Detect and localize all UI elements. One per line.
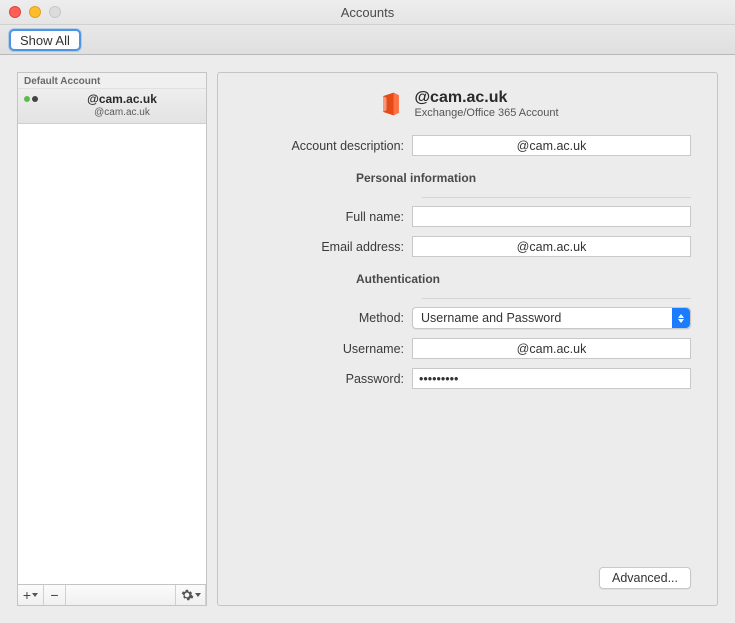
status-dot-green-icon bbox=[24, 96, 30, 102]
footer-spacer bbox=[66, 585, 176, 605]
label-username: Username: bbox=[244, 342, 412, 356]
content: Default Account @cam.ac.uk @cam.ac.uk + … bbox=[0, 55, 735, 623]
label-method: Method: bbox=[244, 311, 412, 325]
sidebar: Default Account @cam.ac.uk @cam.ac.uk + … bbox=[17, 72, 207, 606]
select-arrows-icon bbox=[672, 308, 690, 328]
plus-icon: + bbox=[23, 587, 31, 603]
traffic-lights bbox=[9, 6, 61, 18]
office-logo-icon bbox=[376, 90, 404, 118]
remove-account-button[interactable]: − bbox=[44, 585, 66, 605]
input-description[interactable] bbox=[412, 135, 691, 156]
input-password[interactable] bbox=[412, 368, 691, 389]
close-window-icon[interactable] bbox=[9, 6, 21, 18]
account-list: Default Account @cam.ac.uk @cam.ac.uk bbox=[17, 72, 207, 584]
status-dot-dark-icon bbox=[32, 96, 38, 102]
minimize-window-icon[interactable] bbox=[29, 6, 41, 18]
row-email: Email address: bbox=[244, 236, 691, 257]
row-username: Username: bbox=[244, 338, 691, 359]
input-full-name[interactable] bbox=[412, 206, 691, 227]
account-type: Exchange/Office 365 Account bbox=[414, 107, 558, 119]
input-username[interactable] bbox=[412, 338, 691, 359]
zoom-window-icon bbox=[49, 6, 61, 18]
status-indicator bbox=[24, 96, 38, 102]
settings-menu-button[interactable] bbox=[176, 585, 206, 605]
section-authentication: Authentication bbox=[244, 272, 691, 286]
row-password: Password: bbox=[244, 368, 691, 389]
label-email: Email address: bbox=[244, 240, 412, 254]
chevron-down-icon bbox=[32, 593, 38, 597]
chevron-down-icon bbox=[195, 593, 201, 597]
show-all-button[interactable]: Show All bbox=[9, 29, 81, 51]
row-method: Method: Username and Password bbox=[244, 307, 691, 329]
header-texts: @cam.ac.uk Exchange/Office 365 Account bbox=[414, 89, 558, 119]
sidebar-footer: + − bbox=[17, 584, 207, 606]
label-description: Account description: bbox=[244, 139, 412, 153]
label-full-name: Full name: bbox=[244, 210, 412, 224]
account-title: @cam.ac.uk bbox=[414, 89, 558, 107]
account-item-sub: @cam.ac.uk bbox=[44, 107, 200, 118]
minus-icon: − bbox=[50, 587, 58, 603]
add-account-button[interactable]: + bbox=[18, 585, 44, 605]
row-full-name: Full name: bbox=[244, 206, 691, 227]
account-item-name: @cam.ac.uk bbox=[44, 92, 200, 106]
gear-icon bbox=[180, 588, 194, 602]
titlebar: Accounts bbox=[0, 0, 735, 25]
select-method-value: Username and Password bbox=[421, 311, 561, 325]
account-item-texts: @cam.ac.uk @cam.ac.uk bbox=[44, 92, 200, 118]
row-description: Account description: bbox=[244, 135, 691, 156]
advanced-button[interactable]: Advanced... bbox=[599, 567, 691, 589]
input-email[interactable] bbox=[412, 236, 691, 257]
label-password: Password: bbox=[244, 372, 412, 386]
divider bbox=[422, 197, 691, 198]
toolbar: Show All bbox=[0, 25, 735, 55]
divider bbox=[422, 298, 691, 299]
default-account-label: Default Account bbox=[18, 73, 206, 89]
main-panel: @cam.ac.uk Exchange/Office 365 Account A… bbox=[217, 72, 718, 606]
section-personal: Personal information bbox=[244, 171, 691, 185]
window-title: Accounts bbox=[341, 5, 394, 20]
select-method[interactable]: Username and Password bbox=[412, 307, 691, 329]
account-list-item[interactable]: @cam.ac.uk @cam.ac.uk bbox=[18, 89, 206, 124]
account-header: @cam.ac.uk Exchange/Office 365 Account bbox=[244, 89, 691, 119]
